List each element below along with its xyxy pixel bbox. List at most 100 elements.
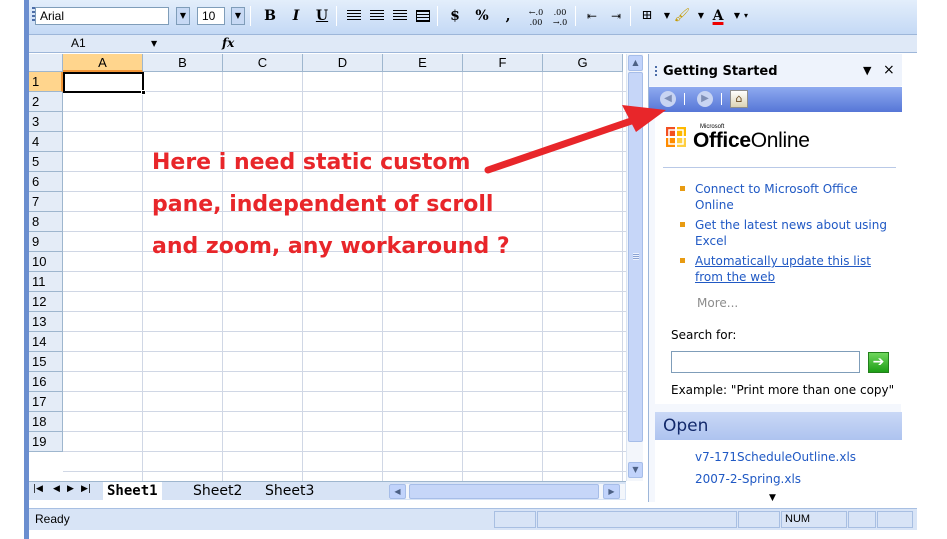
- increase-indent-button[interactable]: ⇥: [606, 5, 626, 27]
- align-center-icon: [370, 10, 384, 22]
- font-name-combo[interactable]: Arial: [35, 7, 169, 25]
- scroll-down-icon: ▼: [632, 465, 639, 474]
- row-header-10[interactable]: 10: [29, 252, 63, 272]
- active-cell-a1[interactable]: [63, 72, 144, 93]
- vertical-scrollbar[interactable]: ▲ ▼: [626, 54, 643, 481]
- column-header-c[interactable]: C: [223, 54, 303, 72]
- more-link[interactable]: More...: [697, 296, 738, 310]
- font-size-dropdown-icon[interactable]: ▼: [231, 7, 245, 25]
- office-logo-icon: [666, 127, 686, 147]
- brand-office: Office: [693, 129, 751, 152]
- recent-file-link[interactable]: 2007-2-Spring.xls: [695, 472, 801, 486]
- forward-icon[interactable]: ▶: [697, 91, 713, 107]
- column-header-g[interactable]: G: [543, 54, 623, 72]
- scroll-up-button[interactable]: ▲: [628, 55, 643, 71]
- search-input[interactable]: [671, 351, 860, 373]
- row-header-13[interactable]: 13: [29, 312, 63, 332]
- insert-function-button[interactable]: fx: [222, 35, 234, 52]
- divider: [663, 167, 896, 168]
- font-size-combo[interactable]: 10: [197, 7, 225, 25]
- link-auto-update[interactable]: Automatically update this list from the …: [695, 253, 875, 285]
- italic-button[interactable]: I: [286, 5, 306, 27]
- nav-separator: [684, 93, 685, 105]
- horizontal-scroll-thumb[interactable]: [409, 484, 599, 499]
- row-header-5[interactable]: 5: [29, 152, 63, 172]
- increase-decimal-button[interactable]: ←.0.00: [526, 5, 546, 27]
- align-left-button[interactable]: [344, 5, 364, 27]
- home-icon[interactable]: ⌂: [730, 90, 748, 108]
- row-header-3[interactable]: 3: [29, 112, 63, 132]
- scroll-left-button[interactable]: ◀: [389, 484, 406, 499]
- name-box-dropdown-icon[interactable]: ▼: [151, 35, 157, 52]
- align-right-button[interactable]: [390, 5, 410, 27]
- back-icon[interactable]: ◀: [660, 91, 676, 107]
- row-header-12[interactable]: 12: [29, 292, 63, 312]
- font-name-dropdown-icon[interactable]: ▼: [176, 7, 190, 25]
- scroll-down-icon[interactable]: ▼: [769, 493, 776, 503]
- scroll-right-button[interactable]: ▶: [603, 484, 620, 499]
- brand-online: Online: [750, 129, 810, 152]
- vertical-scroll-thumb[interactable]: [628, 72, 643, 442]
- row-header-8[interactable]: 8: [29, 212, 63, 232]
- task-pane-grip[interactable]: [655, 66, 657, 78]
- row-header-18[interactable]: 18: [29, 412, 63, 432]
- annotation-line: and zoom, any workaround ?: [152, 234, 510, 259]
- row-header-11[interactable]: 11: [29, 272, 63, 292]
- prev-sheet-icon[interactable]: ◀: [53, 484, 60, 494]
- name-box[interactable]: A1: [71, 35, 157, 52]
- select-all-button[interactable]: [29, 54, 63, 72]
- underline-button[interactable]: U: [312, 5, 332, 27]
- row-header-19[interactable]: 19: [29, 432, 63, 452]
- toolbar-separator: [575, 6, 576, 26]
- close-icon[interactable]: ×: [883, 62, 895, 78]
- bold-button[interactable]: B: [260, 5, 280, 27]
- percent-button[interactable]: %: [472, 5, 492, 27]
- row-header-2[interactable]: 2: [29, 92, 63, 112]
- decrease-indent-button[interactable]: ⇤: [582, 5, 602, 27]
- arrow-right-icon: ➔: [872, 354, 885, 370]
- horizontal-scrollbar[interactable]: ◀ ▶: [389, 484, 625, 499]
- borders-button[interactable]: ⊞: [637, 5, 657, 27]
- status-text: Ready: [35, 512, 70, 526]
- row-header-4[interactable]: 4: [29, 132, 63, 152]
- column-header-b[interactable]: B: [143, 54, 223, 72]
- align-center-button[interactable]: [367, 5, 387, 27]
- status-panel: [738, 511, 780, 528]
- row-header-14[interactable]: 14: [29, 332, 63, 352]
- merge-center-button[interactable]: [413, 5, 433, 27]
- comma-style-button[interactable]: ,: [498, 5, 518, 27]
- sheet-tab-sheet3[interactable]: Sheet3: [261, 482, 318, 500]
- cell-area[interactable]: [63, 72, 626, 481]
- scroll-down-button[interactable]: ▼: [628, 462, 643, 478]
- toolbar-options-icon[interactable]: ▾: [741, 5, 751, 27]
- row-header-6[interactable]: 6: [29, 172, 63, 192]
- column-header-e[interactable]: E: [383, 54, 463, 72]
- first-sheet-icon[interactable]: |◀: [33, 484, 43, 494]
- next-sheet-icon[interactable]: ▶: [67, 484, 74, 494]
- font-color-button[interactable]: A: [708, 5, 728, 27]
- column-header-d[interactable]: D: [303, 54, 383, 72]
- row-header-15[interactable]: 15: [29, 352, 63, 372]
- sheet-tab-sheet1[interactable]: Sheet1: [103, 482, 162, 500]
- link-connect-office-online[interactable]: Connect to Microsoft Office Online: [695, 181, 895, 213]
- office-online-brand: OfficeOnline: [693, 129, 810, 153]
- row-header-1[interactable]: 1: [29, 72, 63, 92]
- recent-file-link[interactable]: v7-171ScheduleOutline.xls: [695, 450, 856, 464]
- search-go-button[interactable]: ➔: [868, 352, 889, 373]
- row-header-16[interactable]: 16: [29, 372, 63, 392]
- fill-handle[interactable]: [141, 90, 146, 95]
- column-header-f[interactable]: F: [463, 54, 543, 72]
- column-header-a[interactable]: A: [63, 54, 143, 72]
- sheet-tab-sheet2[interactable]: Sheet2: [189, 482, 246, 500]
- decrease-decimal-button[interactable]: .00 →.0: [550, 5, 570, 27]
- bullet-icon: [680, 258, 685, 263]
- link-latest-news[interactable]: Get the latest news about using Excel: [695, 217, 895, 249]
- currency-button[interactable]: $: [445, 5, 465, 27]
- row-header-7[interactable]: 7: [29, 192, 63, 212]
- row-header-17[interactable]: 17: [29, 392, 63, 412]
- row-header-9[interactable]: 9: [29, 232, 63, 252]
- toolbar-separator: [437, 6, 438, 26]
- task-pane-menu-icon[interactable]: ▼: [863, 64, 871, 77]
- last-sheet-icon[interactable]: ▶|: [81, 484, 91, 494]
- fill-color-button[interactable]: 🖌: [672, 5, 692, 27]
